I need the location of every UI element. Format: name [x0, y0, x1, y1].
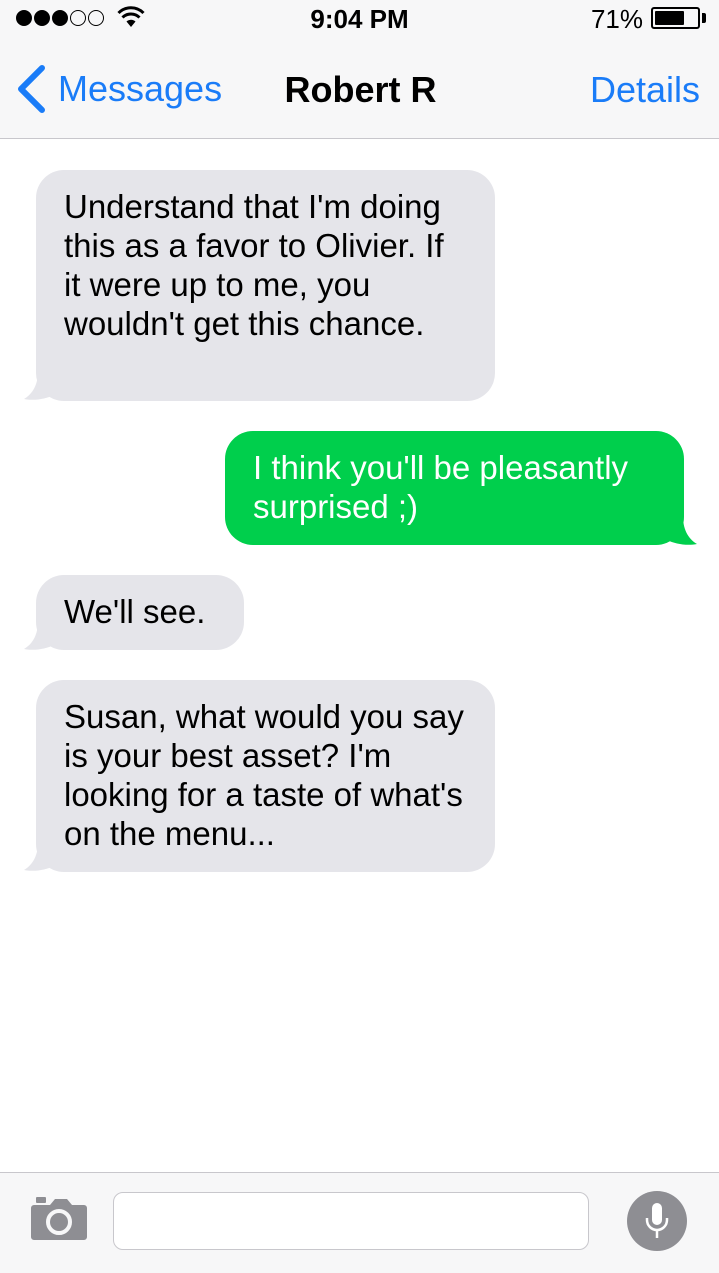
- status-bar: 9:04 PM 71%: [0, 0, 719, 38]
- incoming-message: We'll see.: [36, 575, 244, 650]
- bubble-tail: [24, 842, 54, 871]
- battery-level: [655, 11, 685, 25]
- bubble-tail: [24, 371, 54, 400]
- message-thread: Understand that I'm doing this as a favo…: [0, 140, 719, 1172]
- message-input[interactable]: [113, 1192, 589, 1250]
- message-text: We'll see.: [64, 593, 206, 630]
- message-text: Understand that I'm doing this as a favo…: [64, 188, 444, 342]
- contact-name: Robert R: [284, 69, 437, 110]
- bubble-tail: [667, 516, 697, 545]
- incoming-message: Susan, what would you say is your best a…: [36, 680, 495, 872]
- back-button[interactable]: Messages: [16, 64, 222, 114]
- camera-icon[interactable]: [30, 1195, 88, 1241]
- message-text: Susan, what would you say is your best a…: [64, 698, 464, 852]
- details-button[interactable]: Details: [590, 69, 700, 111]
- microphone-icon: [645, 1203, 669, 1238]
- battery-icon: [651, 7, 700, 29]
- back-button-label: Messages: [58, 68, 223, 109]
- chevron-left-icon: [18, 65, 45, 113]
- battery-percent: 71%: [590, 4, 643, 34]
- incoming-message: Understand that I'm doing this as a favo…: [36, 170, 495, 401]
- navigation-bar: Messages Robert R Details: [0, 38, 719, 139]
- bubble-tail: [24, 621, 54, 650]
- microphone-button[interactable]: [627, 1191, 687, 1251]
- message-text: I think you'll be pleasantly surprised ;…: [253, 449, 629, 525]
- outgoing-message: I think you'll be pleasantly surprised ;…: [225, 431, 684, 545]
- header: 9:04 PM 71% Messages Robert R Details: [0, 0, 719, 139]
- message-input-bar: [0, 1172, 719, 1273]
- battery-nub: [702, 13, 706, 23]
